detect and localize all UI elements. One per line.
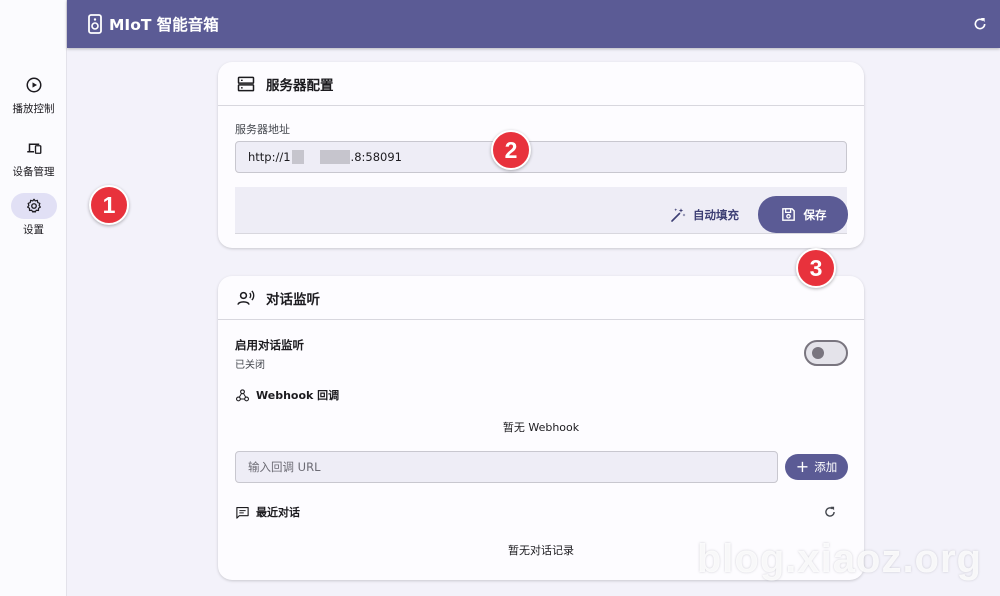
nav-item-settings[interactable]: 设置 <box>0 193 67 237</box>
nav-item-label: 设备管理 <box>12 166 55 178</box>
webhook-empty-text: 暂无 Webhook <box>502 421 580 434</box>
chat-icon <box>236 506 249 519</box>
voice-person-icon <box>237 289 255 305</box>
add-webhook-button[interactable]: + 添加 <box>785 454 848 480</box>
nav-item-playback[interactable]: 播放控制 <box>0 72 67 116</box>
save-icon <box>781 208 795 221</box>
play-circle-icon <box>11 72 57 98</box>
webhook-label: Webhook 回调 <box>256 389 340 402</box>
recent-label: 最近对话 <box>256 506 300 519</box>
speaker-icon <box>88 14 102 34</box>
refresh-icon <box>825 506 835 517</box>
magic-wand-icon <box>671 208 686 222</box>
redaction-mask <box>319 150 350 164</box>
enable-monitor-title: 启用对话监听 <box>235 338 304 352</box>
address-prefix: http://1 <box>248 150 291 164</box>
card-actions: 自动填充 保存 <box>235 187 848 234</box>
watermark: blog.xiaoz.org <box>696 537 982 581</box>
navigation-rail: 播放控制 设备管理 设置 <box>0 0 67 596</box>
top-app-bar: MIoT 智能音箱 <box>67 0 1000 48</box>
webhook-section-label: Webhook 回调 <box>235 387 339 403</box>
server-icon <box>237 76 255 91</box>
card-header: 对话监听 <box>218 276 864 320</box>
annotation-badge-1: 1 <box>89 185 129 225</box>
annotation-badge-2: 2 <box>491 130 531 170</box>
refresh-button[interactable] <box>970 14 990 34</box>
save-label: 保存 <box>803 207 827 222</box>
nav-item-label: 设置 <box>23 224 44 236</box>
recent-section-label: 最近对话 <box>235 504 300 520</box>
app-title-group: MIoT 智能音箱 <box>87 13 219 35</box>
nav-item-label: 播放控制 <box>12 103 55 115</box>
server-address-label: 服务器地址 <box>235 123 290 136</box>
server-config-card: 服务器配置 服务器地址 http://1 .8:58091 自动填充 保存 <box>218 62 864 248</box>
nav-item-devices[interactable]: 设备管理 <box>0 135 67 179</box>
gear-icon <box>10 193 57 219</box>
conversation-monitor-card: 对话监听 启用对话监听 已关闭 Webhook 回调 暂无 Webhook 输入… <box>218 276 864 580</box>
autofill-button[interactable]: 自动填充 <box>669 206 739 224</box>
redaction-mask <box>291 150 304 164</box>
server-address-input[interactable]: http://1 .8:58091 <box>235 141 847 173</box>
card-title: 服务器配置 <box>266 77 334 94</box>
add-label: 添加 <box>814 460 838 474</box>
save-button[interactable]: 保存 <box>758 196 848 233</box>
app-title: MIoT 智能音箱 <box>109 16 219 34</box>
webhook-icon <box>236 388 249 401</box>
webhook-url-placeholder: 输入回调 URL <box>248 460 321 474</box>
enable-monitor-status: 已关闭 <box>235 360 265 371</box>
address-suffix: .8:58091 <box>350 150 402 164</box>
webhook-url-input[interactable]: 输入回调 URL <box>235 451 778 483</box>
annotation-badge-3: 3 <box>796 248 836 288</box>
refresh-conversations-button[interactable] <box>823 504 839 520</box>
devices-icon <box>11 135 57 161</box>
refresh-icon <box>974 18 986 30</box>
card-header: 服务器配置 <box>218 62 864 106</box>
toggle-knob <box>812 347 824 359</box>
card-title: 对话监听 <box>266 291 320 308</box>
autofill-label: 自动填充 <box>693 208 739 222</box>
monitor-toggle[interactable] <box>804 340 848 366</box>
plus-icon: + <box>795 457 810 476</box>
